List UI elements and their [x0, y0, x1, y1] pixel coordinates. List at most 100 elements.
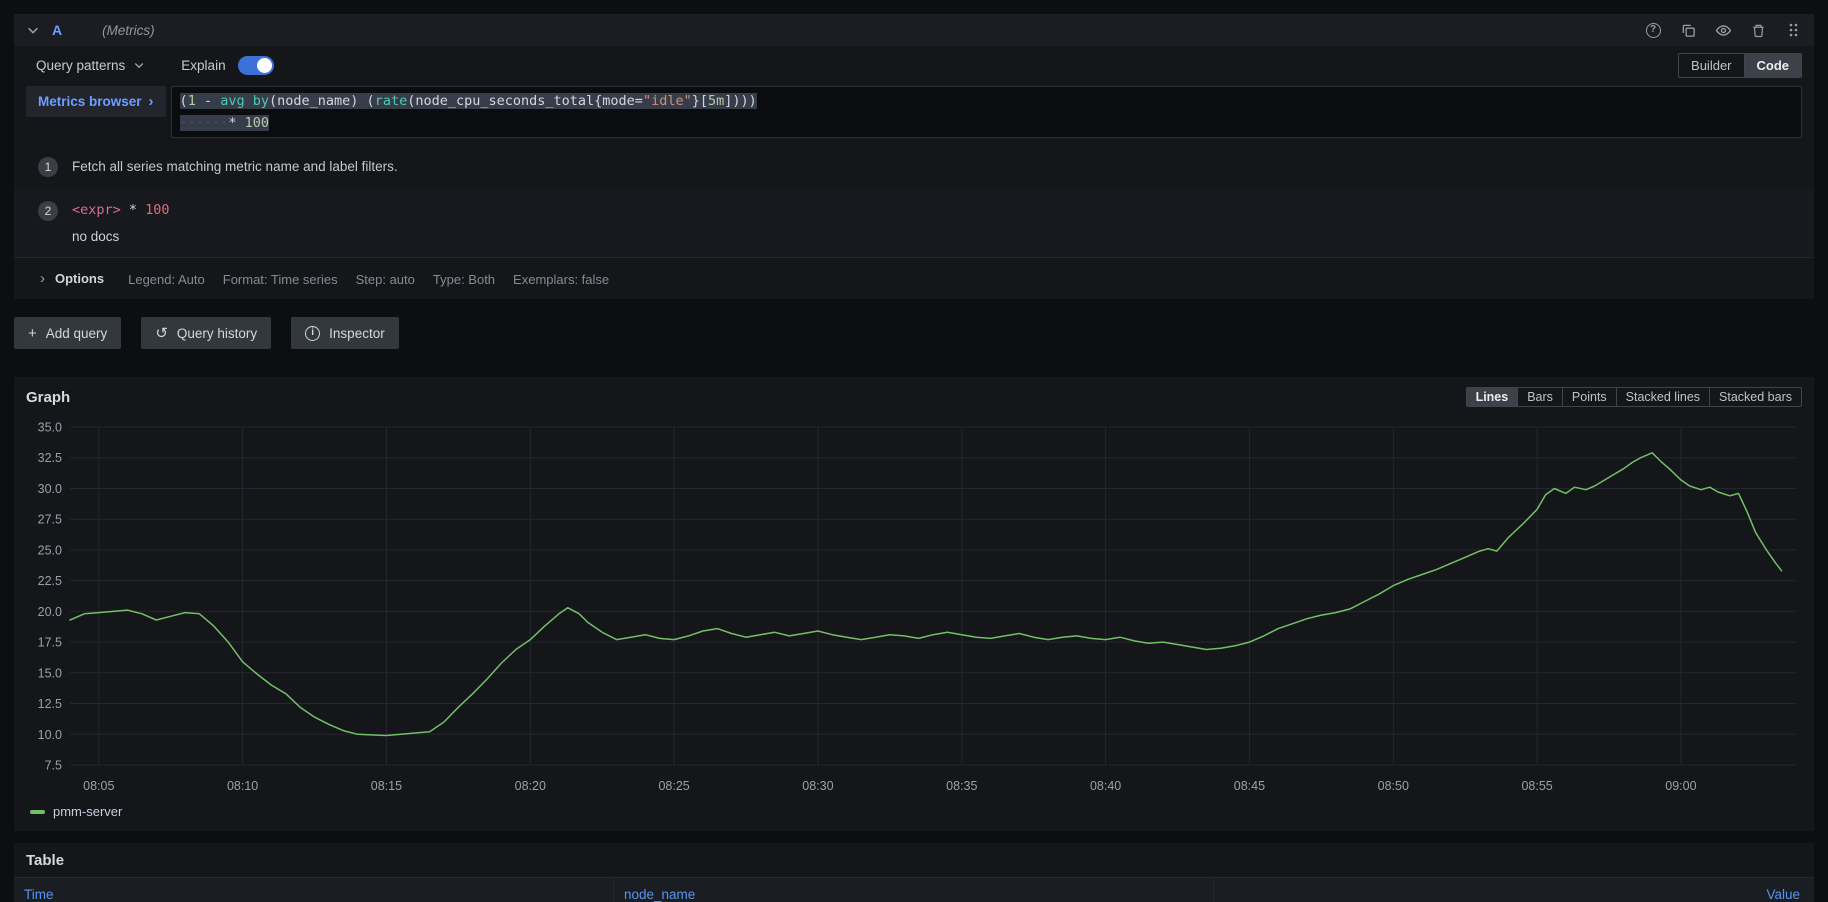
explain-step-2: 2 <expr> * 100 no docs — [14, 188, 1814, 257]
svg-text:10.0: 10.0 — [38, 728, 62, 742]
question-glyph: ? — [1646, 23, 1661, 38]
graph-panel: Graph LinesBarsPointsStacked linesStacke… — [14, 377, 1814, 831]
svg-text:32.5: 32.5 — [38, 451, 62, 465]
explain-step-2-body: <expr> * 100 no docs — [72, 201, 170, 244]
inspector-button[interactable]: i Inspector — [291, 317, 399, 349]
graph-panel-title: Graph — [26, 389, 70, 406]
table-panel: Table Timenode_nameValue — [14, 843, 1814, 902]
options-row[interactable]: › Options Legend: Auto Format: Time serie… — [14, 257, 1814, 299]
svg-text:25.0: 25.0 — [38, 543, 62, 557]
svg-text:7.5: 7.5 — [45, 759, 62, 773]
editor-mode-group: Builder Code — [1678, 53, 1802, 78]
duplicate-query-icon[interactable] — [1679, 21, 1697, 39]
builder-mode-button[interactable]: Builder — [1679, 54, 1743, 77]
step-number-badge: 1 — [38, 157, 58, 177]
svg-text:08:45: 08:45 — [1234, 779, 1265, 793]
metrics-browser-button[interactable]: Metrics browser › — [26, 86, 166, 117]
hide-response-eye-icon[interactable] — [1714, 21, 1732, 39]
explain-toggle[interactable] — [238, 56, 274, 75]
inspector-label: Inspector — [329, 326, 385, 341]
explain-control: Explain — [181, 56, 273, 75]
table-column-header-node_name[interactable]: node_name — [614, 878, 1214, 902]
svg-text:08:40: 08:40 — [1090, 779, 1121, 793]
table-column-header-value[interactable]: Value — [1214, 878, 1814, 902]
query-row-header[interactable]: A (Metrics) ? — [14, 14, 1814, 46]
graph-legend[interactable]: pmm-server — [26, 802, 1802, 825]
query-line-2-selection: ······* 100 — [180, 115, 269, 131]
graph-mode-lines[interactable]: Lines — [1467, 388, 1518, 406]
explain-step-2-code: <expr> * 100 — [72, 201, 170, 220]
svg-text:08:35: 08:35 — [946, 779, 977, 793]
svg-text:27.5: 27.5 — [38, 513, 62, 527]
history-icon: ↺ — [155, 326, 168, 341]
chevron-right-icon: › — [149, 94, 154, 109]
svg-text:12.5: 12.5 — [38, 697, 62, 711]
table-panel-header: Table — [14, 843, 1814, 877]
query-patterns-label: Query patterns — [36, 58, 125, 73]
svg-text:08:10: 08:10 — [227, 779, 258, 793]
query-patterns-dropdown[interactable]: Query patterns — [26, 54, 155, 77]
query-line-2[interactable]: ······* 100 — [180, 112, 1793, 134]
datasource-name: (Metrics) — [102, 23, 155, 38]
svg-text:08:30: 08:30 — [802, 779, 833, 793]
promql-code-editor[interactable]: (1 - avg by(node_name) (rate(node_cpu_se… — [171, 86, 1802, 138]
explore-page: A (Metrics) ? Query pat — [0, 14, 1828, 902]
table-panel-title: Table — [26, 852, 64, 869]
graph-mode-points[interactable]: Points — [1562, 388, 1616, 406]
options-summary-item: Format: Time series — [223, 272, 338, 287]
options-summary: Legend: Auto Format: Time series Step: aut… — [128, 271, 627, 287]
graph-panel-header: Graph LinesBarsPointsStacked linesStacke… — [26, 387, 1802, 407]
options-summary-item: Legend: Auto — [128, 272, 205, 287]
add-query-label: Add query — [46, 326, 108, 341]
graph-mode-stacked-bars[interactable]: Stacked bars — [1709, 388, 1801, 406]
svg-text:20.0: 20.0 — [38, 605, 62, 619]
options-summary-item: Exemplars: false — [513, 272, 609, 287]
graph-mode-stacked-lines[interactable]: Stacked lines — [1616, 388, 1709, 406]
query-line-1[interactable]: (1 - avg by(node_name) (rate(node_cpu_se… — [180, 90, 1793, 112]
metrics-browser-label: Metrics browser — [38, 94, 142, 109]
step-number-badge: 2 — [38, 201, 58, 221]
collapse-query-chevron-icon[interactable] — [26, 23, 40, 37]
query-row-card: A (Metrics) ? Query pat — [14, 14, 1814, 299]
graph-mode-bars[interactable]: Bars — [1517, 388, 1562, 406]
query-history-label: Query history — [177, 326, 257, 341]
svg-text:08:25: 08:25 — [658, 779, 689, 793]
svg-text:15.0: 15.0 — [38, 666, 62, 680]
svg-text:30.0: 30.0 — [38, 482, 62, 496]
query-editor-row: Metrics browser › (1 - avg by(node_name)… — [14, 84, 1814, 146]
drag-handle-icon[interactable] — [1784, 21, 1802, 39]
query-history-button[interactable]: ↺ Query history — [141, 317, 271, 349]
plus-icon: + — [28, 326, 37, 341]
table-header-row: Timenode_nameValue — [14, 877, 1814, 902]
graph-mode-group: LinesBarsPointsStacked linesStacked bars — [1466, 387, 1802, 407]
explain-step-1-text: Fetch all series matching metric name an… — [72, 157, 398, 177]
graph-svg[interactable]: 35.0 32.5 30.0 27.5 25.0 22.5 20.0 17.5 15.0 12.5… — [26, 413, 1802, 799]
svg-text:22.5: 22.5 — [38, 574, 62, 588]
query-toolbar: Query patterns Explain Builder Code — [14, 46, 1814, 84]
svg-text:08:15: 08:15 — [371, 779, 402, 793]
svg-text:08:05: 08:05 — [83, 779, 114, 793]
query-line-1-selection: (1 - avg by(node_name) (rate(node_cpu_se… — [180, 93, 757, 109]
explain-step-2-docs: no docs — [72, 229, 170, 244]
svg-text:09:00: 09:00 — [1665, 779, 1696, 793]
query-header-actions: ? — [1644, 21, 1802, 39]
legend-series-name[interactable]: pmm-server — [53, 804, 122, 819]
code-mode-button[interactable]: Code — [1744, 54, 1802, 77]
info-icon: i — [305, 326, 320, 341]
options-expand-chevron-icon[interactable]: › — [40, 270, 45, 287]
options-summary-item: Type: Both — [433, 272, 495, 287]
chevron-down-icon — [133, 59, 145, 71]
table-column-header-time[interactable]: Time — [14, 878, 614, 902]
help-icon[interactable]: ? — [1644, 21, 1662, 39]
legend-color-swatch — [30, 810, 45, 814]
svg-text:35.0: 35.0 — [38, 421, 62, 435]
svg-text:08:50: 08:50 — [1378, 779, 1409, 793]
svg-text:08:20: 08:20 — [515, 779, 546, 793]
svg-text:17.5: 17.5 — [38, 636, 62, 650]
options-title[interactable]: Options — [55, 271, 104, 286]
add-query-button[interactable]: + Add query — [14, 317, 121, 349]
options-summary-item: Step: auto — [356, 272, 415, 287]
query-ref-id[interactable]: A — [52, 22, 62, 38]
delete-query-trash-icon[interactable] — [1749, 21, 1767, 39]
secondary-actions: + Add query ↺ Query history i Inspector — [14, 317, 1814, 349]
